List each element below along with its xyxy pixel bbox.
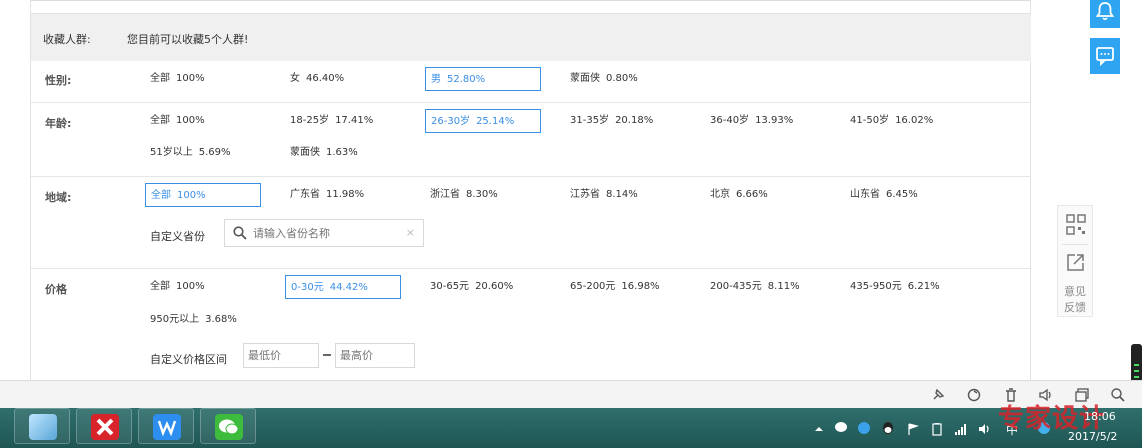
age-label: 年龄: bbox=[45, 117, 72, 130]
pin-icon[interactable] bbox=[930, 387, 946, 403]
region-label: 地域: bbox=[45, 191, 72, 204]
gender-option-unknown[interactable]: 蒙面侠 0.80% bbox=[565, 67, 685, 91]
taskbar-wechat-button[interactable] bbox=[200, 408, 256, 444]
notepad-icon bbox=[29, 414, 57, 440]
wps-icon bbox=[153, 414, 181, 440]
price-option-950-plus[interactable]: 950元以上 3.68% bbox=[145, 308, 265, 332]
age-option-51-plus[interactable]: 51岁以上 5.69% bbox=[145, 141, 265, 165]
clear-icon[interactable]: × bbox=[406, 226, 415, 239]
share-icon[interactable] bbox=[1066, 252, 1086, 272]
tray-browser-icon[interactable] bbox=[856, 420, 872, 436]
age-option-31-35[interactable]: 31-35岁 20.18% bbox=[565, 109, 685, 133]
row-divider bbox=[31, 176, 1031, 177]
chat-icon bbox=[1096, 47, 1114, 66]
tray-wechat-icon[interactable] bbox=[834, 420, 850, 436]
gender-option-all[interactable]: 全部 100% bbox=[145, 67, 265, 91]
favorites-hint: 您目前可以收藏5个人群! bbox=[127, 33, 249, 46]
tray-expand-icon[interactable] bbox=[812, 422, 826, 436]
custom-price-label: 自定义价格区间 bbox=[150, 353, 227, 366]
tray-qq-icon[interactable] bbox=[880, 420, 896, 436]
region-option-guangdong[interactable]: 广东省 11.98% bbox=[285, 183, 405, 207]
min-price-input[interactable] bbox=[243, 343, 319, 368]
age-option-unknown[interactable]: 蒙面侠 1.63% bbox=[285, 141, 405, 165]
feedback-button[interactable]: 意见 反馈 bbox=[1058, 284, 1092, 316]
xmind-icon bbox=[91, 414, 119, 440]
price-option-435-950[interactable]: 435-950元 6.21% bbox=[845, 275, 965, 299]
favorites-bar: 收藏人群: 您目前可以收藏5个人群! bbox=[31, 13, 1031, 61]
flag-icon[interactable] bbox=[906, 422, 920, 436]
region-option-all[interactable]: 全部 100% bbox=[145, 183, 261, 207]
price-option-200-435[interactable]: 200-435元 8.11% bbox=[705, 275, 825, 299]
price-option-30-65[interactable]: 30-65元 20.60% bbox=[425, 275, 545, 299]
region-option-jiangsu[interactable]: 江苏省 8.14% bbox=[565, 183, 685, 207]
taskbar-wps-button[interactable] bbox=[138, 408, 194, 444]
age-option-18-25[interactable]: 18-25岁 17.41% bbox=[285, 109, 405, 133]
province-search-input[interactable] bbox=[253, 224, 403, 242]
max-price-input[interactable] bbox=[335, 343, 415, 368]
gender-label: 性别: bbox=[45, 74, 72, 87]
notification-button[interactable] bbox=[1090, 0, 1120, 28]
bottom-tool-strip bbox=[0, 380, 1142, 408]
taskbar-notepad-button[interactable] bbox=[14, 408, 70, 444]
province-search-box[interactable]: × bbox=[224, 219, 424, 247]
age-option-all[interactable]: 全部 100% bbox=[145, 109, 265, 133]
price-range-dash bbox=[323, 354, 331, 356]
wechat-icon bbox=[215, 414, 243, 440]
panel-divider bbox=[1062, 244, 1088, 245]
clock-time[interactable]: 18:06 bbox=[1084, 410, 1116, 423]
favorites-title: 收藏人群: bbox=[43, 33, 91, 46]
magnifier-icon[interactable] bbox=[1110, 387, 1126, 403]
gender-option-female[interactable]: 女 46.40% bbox=[285, 67, 405, 91]
price-label: 价格 bbox=[45, 283, 67, 296]
region-option-shandong[interactable]: 山东省 6.45% bbox=[845, 183, 965, 207]
price-option-65-200[interactable]: 65-200元 16.98% bbox=[565, 275, 685, 299]
volume-tray-icon[interactable] bbox=[978, 422, 992, 436]
price-option-0-30[interactable]: 0-30元 44.42% bbox=[285, 275, 401, 299]
age-option-36-40[interactable]: 36-40岁 13.93% bbox=[705, 109, 825, 133]
age-option-41-50[interactable]: 41-50岁 16.02% bbox=[845, 109, 965, 133]
taskbar-xmind-button[interactable] bbox=[76, 408, 132, 444]
region-option-beijing[interactable]: 北京 6.66% bbox=[705, 183, 825, 207]
row-divider bbox=[31, 268, 1031, 269]
age-option-26-30[interactable]: 26-30岁 25.14% bbox=[425, 109, 541, 133]
qr-code-icon[interactable] bbox=[1066, 214, 1086, 236]
gender-option-male[interactable]: 男 52.80% bbox=[425, 67, 541, 91]
clock-date[interactable]: 2017/5/2 bbox=[1068, 430, 1117, 443]
crowd-filter-card: 收藏人群: 您目前可以收藏5个人群! 性别: 全部 100% 女 46.40% 男5… bbox=[30, 0, 1031, 380]
side-tools-panel: 意见 反馈 bbox=[1057, 205, 1093, 317]
search-icon bbox=[233, 226, 247, 240]
feedback-label-line1: 意见 bbox=[1064, 285, 1086, 298]
custom-province-label: 自定义省份 bbox=[150, 230, 205, 243]
page: 收藏人群: 您目前可以收藏5个人群! 性别: 全部 100% 女 46.40% 男5… bbox=[0, 0, 1142, 448]
signal-icon[interactable] bbox=[954, 422, 968, 436]
row-divider bbox=[31, 102, 1031, 103]
refresh-icon[interactable] bbox=[966, 387, 982, 403]
price-option-all[interactable]: 全部 100% bbox=[145, 275, 265, 299]
region-option-zhejiang[interactable]: 浙江省 8.30% bbox=[425, 183, 545, 207]
battery-icon[interactable] bbox=[930, 422, 944, 436]
bell-icon bbox=[1095, 2, 1115, 21]
feedback-label-line2: 反馈 bbox=[1064, 301, 1086, 314]
message-button[interactable] bbox=[1090, 38, 1120, 74]
